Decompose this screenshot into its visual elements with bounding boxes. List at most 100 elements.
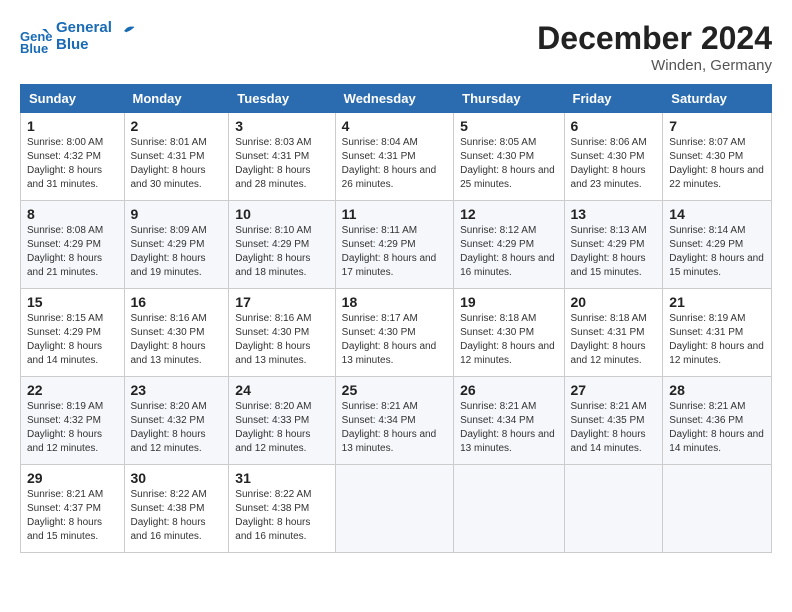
- calendar-cell: 18 Sunrise: 8:17 AMSunset: 4:30 PMDayligh…: [335, 289, 453, 377]
- calendar-cell: 22Sunrise: 8:19 AMSunset: 4:32 PMDayligh…: [21, 377, 125, 465]
- calendar-cell: 12 Sunrise: 8:12 AMSunset: 4:29 PMDayligh…: [454, 201, 564, 289]
- cell-info: Sunrise: 8:08 AMSunset: 4:29 PMDaylight:…: [27, 225, 103, 278]
- cell-info: Sunrise: 8:20 AMSunset: 4:33 PMDaylight:…: [235, 401, 311, 454]
- calendar-cell: 2 Sunrise: 8:01 AMSunset: 4:31 PMDaylight…: [124, 113, 229, 201]
- calendar-cell: 25Sunrise: 8:21 AMSunset: 4:34 PMDayligh…: [335, 377, 453, 465]
- day-number: 18: [342, 294, 447, 310]
- weekday-header-wednesday: Wednesday: [335, 85, 453, 113]
- weekday-header-sunday: Sunday: [21, 85, 125, 113]
- day-number: 6: [571, 118, 657, 134]
- day-number: 27: [571, 382, 657, 398]
- weekday-header-monday: Monday: [124, 85, 229, 113]
- cell-info: Sunrise: 8:14 AMSunset: 4:29 PMDaylight:…: [669, 225, 764, 278]
- calendar-cell: [663, 465, 772, 553]
- cell-info: Sunrise: 8:09 AMSunset: 4:29 PMDaylight:…: [131, 225, 207, 278]
- calendar-week-row: 22Sunrise: 8:19 AMSunset: 4:32 PMDayligh…: [21, 377, 772, 465]
- day-number: 21: [669, 294, 765, 310]
- cell-info: Sunrise: 8:21 AMSunset: 4:35 PMDaylight:…: [571, 401, 647, 454]
- calendar-cell: 13 Sunrise: 8:13 AMSunset: 4:29 PMDayligh…: [564, 201, 663, 289]
- cell-info: Sunrise: 8:18 AMSunset: 4:31 PMDaylight:…: [571, 313, 647, 366]
- calendar-cell: 30 Sunrise: 8:22 AMSunset: 4:38 PMDayligh…: [124, 465, 229, 553]
- cell-info: Sunrise: 8:01 AMSunset: 4:31 PMDaylight:…: [131, 137, 207, 190]
- cell-info: Sunrise: 8:19 AMSunset: 4:31 PMDaylight:…: [669, 313, 764, 366]
- cell-info: Sunrise: 8:19 AMSunset: 4:32 PMDaylight:…: [27, 401, 103, 454]
- calendar-cell: 6 Sunrise: 8:06 AMSunset: 4:30 PMDaylight…: [564, 113, 663, 201]
- day-number: 16: [131, 294, 223, 310]
- day-number: 24: [235, 382, 328, 398]
- weekday-header-thursday: Thursday: [454, 85, 564, 113]
- logo-bird-icon: [114, 21, 136, 43]
- cell-info: Sunrise: 8:17 AMSunset: 4:30 PMDaylight:…: [342, 313, 437, 366]
- weekday-header-saturday: Saturday: [663, 85, 772, 113]
- cell-info: Sunrise: 8:03 AMSunset: 4:31 PMDaylight:…: [235, 137, 311, 190]
- calendar-cell: 15Sunrise: 8:15 AMSunset: 4:29 PMDayligh…: [21, 289, 125, 377]
- logo: General Blue General Blue: [20, 20, 136, 53]
- day-number: 2: [131, 118, 223, 134]
- cell-info: Sunrise: 8:06 AMSunset: 4:30 PMDaylight:…: [571, 137, 647, 190]
- calendar-table: SundayMondayTuesdayWednesdayThursdayFrid…: [20, 84, 772, 553]
- cell-info: Sunrise: 8:16 AMSunset: 4:30 PMDaylight:…: [131, 313, 207, 366]
- calendar-cell: 11 Sunrise: 8:11 AMSunset: 4:29 PMDayligh…: [335, 201, 453, 289]
- day-number: 8: [27, 206, 118, 222]
- location-subtitle: Winden, Germany: [537, 57, 772, 74]
- logo-text-general: General: [56, 20, 112, 37]
- cell-info: Sunrise: 8:22 AMSunset: 4:38 PMDaylight:…: [235, 489, 311, 542]
- day-number: 13: [571, 206, 657, 222]
- calendar-cell: 7 Sunrise: 8:07 AMSunset: 4:30 PMDaylight…: [663, 113, 772, 201]
- calendar-cell: [454, 465, 564, 553]
- cell-info: Sunrise: 8:15 AMSunset: 4:29 PMDaylight:…: [27, 313, 103, 366]
- svg-text:Blue: Blue: [20, 41, 48, 53]
- calendar-week-row: 1 Sunrise: 8:00 AMSunset: 4:32 PMDaylight…: [21, 113, 772, 201]
- calendar-cell: 29Sunrise: 8:21 AMSunset: 4:37 PMDayligh…: [21, 465, 125, 553]
- cell-info: Sunrise: 8:07 AMSunset: 4:30 PMDaylight:…: [669, 137, 764, 190]
- calendar-cell: 19 Sunrise: 8:18 AMSunset: 4:30 PMDayligh…: [454, 289, 564, 377]
- logo-text-blue: Blue: [56, 37, 112, 54]
- calendar-cell: 24 Sunrise: 8:20 AMSunset: 4:33 PMDayligh…: [229, 377, 335, 465]
- calendar-cell: 5Sunrise: 8:05 AMSunset: 4:30 PMDaylight…: [454, 113, 564, 201]
- cell-info: Sunrise: 8:21 AMSunset: 4:34 PMDaylight:…: [460, 401, 555, 454]
- day-number: 19: [460, 294, 557, 310]
- calendar-cell: 17Sunrise: 8:16 AMSunset: 4:30 PMDayligh…: [229, 289, 335, 377]
- calendar-cell: 28 Sunrise: 8:21 AMSunset: 4:36 PMDayligh…: [663, 377, 772, 465]
- cell-info: Sunrise: 8:00 AMSunset: 4:32 PMDaylight:…: [27, 137, 103, 190]
- day-number: 14: [669, 206, 765, 222]
- page-header: General Blue General Blue December 2024 …: [20, 20, 772, 74]
- calendar-cell: 26 Sunrise: 8:21 AMSunset: 4:34 PMDayligh…: [454, 377, 564, 465]
- calendar-week-row: 29Sunrise: 8:21 AMSunset: 4:37 PMDayligh…: [21, 465, 772, 553]
- day-number: 4: [342, 118, 447, 134]
- calendar-cell: 8 Sunrise: 8:08 AMSunset: 4:29 PMDaylight…: [21, 201, 125, 289]
- day-number: 10: [235, 206, 328, 222]
- cell-info: Sunrise: 8:04 AMSunset: 4:31 PMDaylight:…: [342, 137, 437, 190]
- cell-info: Sunrise: 8:21 AMSunset: 4:34 PMDaylight:…: [342, 401, 437, 454]
- day-number: 26: [460, 382, 557, 398]
- calendar-header-row: SundayMondayTuesdayWednesdayThursdayFrid…: [21, 85, 772, 113]
- cell-info: Sunrise: 8:18 AMSunset: 4:30 PMDaylight:…: [460, 313, 555, 366]
- day-number: 30: [131, 470, 223, 486]
- calendar-cell: 3Sunrise: 8:03 AMSunset: 4:31 PMDaylight…: [229, 113, 335, 201]
- calendar-cell: [335, 465, 453, 553]
- cell-info: Sunrise: 8:13 AMSunset: 4:29 PMDaylight:…: [571, 225, 647, 278]
- cell-info: Sunrise: 8:21 AMSunset: 4:36 PMDaylight:…: [669, 401, 764, 454]
- cell-info: Sunrise: 8:12 AMSunset: 4:29 PMDaylight:…: [460, 225, 555, 278]
- cell-info: Sunrise: 8:21 AMSunset: 4:37 PMDaylight:…: [27, 489, 103, 542]
- day-number: 20: [571, 294, 657, 310]
- weekday-header-friday: Friday: [564, 85, 663, 113]
- day-number: 1: [27, 118, 118, 134]
- calendar-week-row: 15Sunrise: 8:15 AMSunset: 4:29 PMDayligh…: [21, 289, 772, 377]
- cell-info: Sunrise: 8:10 AMSunset: 4:29 PMDaylight:…: [235, 225, 311, 278]
- calendar-cell: 4 Sunrise: 8:04 AMSunset: 4:31 PMDaylight…: [335, 113, 453, 201]
- calendar-cell: 14 Sunrise: 8:14 AMSunset: 4:29 PMDayligh…: [663, 201, 772, 289]
- day-number: 12: [460, 206, 557, 222]
- cell-info: Sunrise: 8:16 AMSunset: 4:30 PMDaylight:…: [235, 313, 311, 366]
- day-number: 5: [460, 118, 557, 134]
- calendar-cell: 1 Sunrise: 8:00 AMSunset: 4:32 PMDaylight…: [21, 113, 125, 201]
- weekday-header-tuesday: Tuesday: [229, 85, 335, 113]
- calendar-cell: 27 Sunrise: 8:21 AMSunset: 4:35 PMDayligh…: [564, 377, 663, 465]
- day-number: 7: [669, 118, 765, 134]
- cell-info: Sunrise: 8:11 AMSunset: 4:29 PMDaylight:…: [342, 225, 437, 278]
- logo-icon: General Blue: [20, 21, 52, 53]
- day-number: 11: [342, 206, 447, 222]
- cell-info: Sunrise: 8:22 AMSunset: 4:38 PMDaylight:…: [131, 489, 207, 542]
- day-number: 28: [669, 382, 765, 398]
- title-area: December 2024 Winden, Germany: [537, 20, 772, 74]
